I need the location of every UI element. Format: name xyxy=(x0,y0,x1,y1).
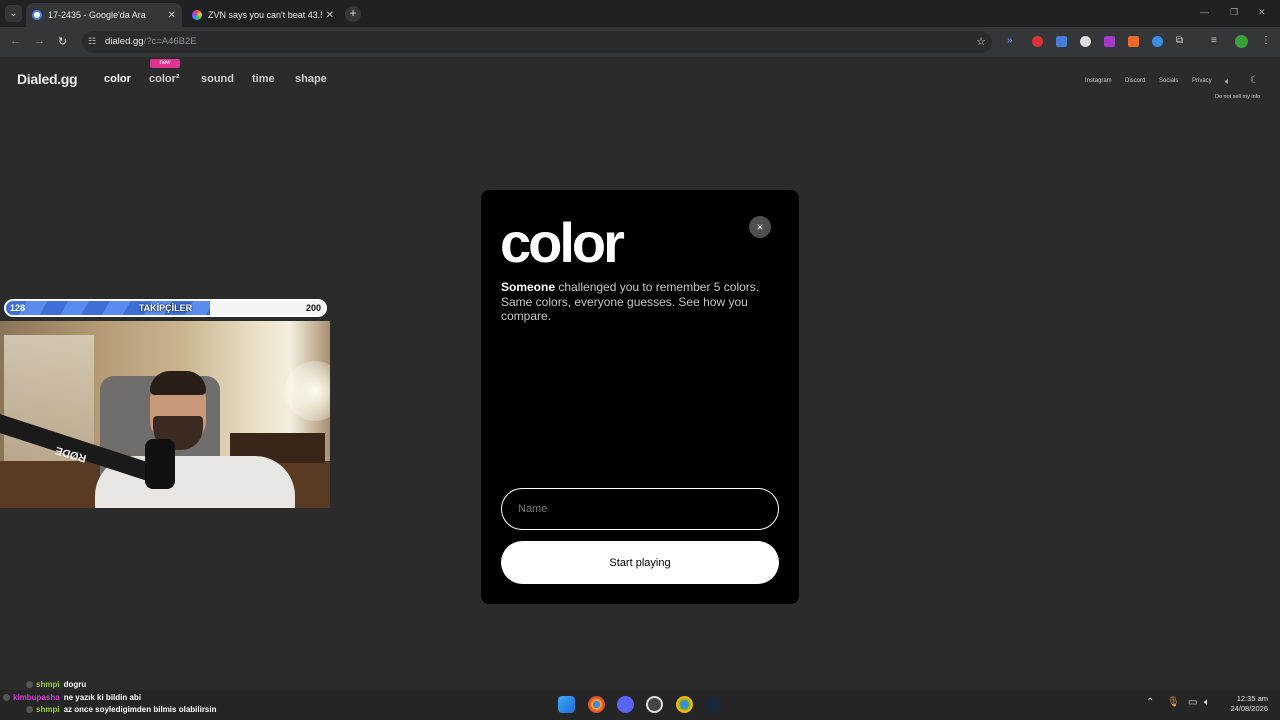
link-socials[interactable]: Socials xyxy=(1159,78,1178,84)
new-badge: new xyxy=(150,59,180,68)
nav-color[interactable]: color xyxy=(104,73,131,85)
do-not-sell-link[interactable]: Do not sell my info xyxy=(1215,94,1260,100)
forward-icon[interactable]: → xyxy=(34,35,45,47)
extension-orange-icon[interactable] xyxy=(1128,36,1139,47)
tray-chevron-icon[interactable]: ⌃ xyxy=(1146,697,1154,708)
tab-search-icon[interactable]: ⌄ xyxy=(5,5,22,22)
nav-shape[interactable]: shape xyxy=(295,73,327,85)
volume-icon[interactable]: 🔈︎ xyxy=(1204,697,1210,708)
chat-username: kimbupasha xyxy=(13,693,60,702)
extension-wave-icon[interactable]: » xyxy=(1007,35,1013,46)
extension-shield-icon[interactable] xyxy=(1080,36,1091,47)
link-instagram[interactable]: Instagram xyxy=(1085,78,1112,84)
url-path: /?c=A46B2E xyxy=(143,36,197,47)
tab-google-search[interactable]: 17-2435 - Google'da Ara ✕ xyxy=(26,3,182,27)
extension-red-icon[interactable] xyxy=(1032,36,1043,47)
profile-icon[interactable] xyxy=(1235,35,1248,48)
address-bar[interactable]: ☷ dialed.gg/?c=A46B2E ☆ xyxy=(82,31,992,53)
challenger-name: Someone xyxy=(501,280,556,294)
chat-username: shmpi xyxy=(36,680,60,689)
clock-time: 12:35 am xyxy=(1236,694,1268,703)
modal-description: Someone challenged you to remember 5 col… xyxy=(501,280,781,324)
reload-icon[interactable]: ↻ xyxy=(58,35,67,48)
tab-title: ZVN says you can't beat 43.5/5 xyxy=(208,10,322,20)
nav-sound[interactable]: sound xyxy=(201,73,234,85)
follower-goal-bar: 128 TAKİPÇİLER 200 xyxy=(4,299,327,317)
chat-message: shmpi az once soyledigimden bilmis olabil… xyxy=(26,705,217,714)
restore-icon[interactable]: ❐ xyxy=(1230,7,1238,18)
microphone-icon[interactable]: 🎙︎ xyxy=(1167,697,1180,708)
discord-icon[interactable] xyxy=(617,696,634,713)
menu-icon[interactable]: ⋮ xyxy=(1261,35,1271,46)
chrome-icon[interactable] xyxy=(588,696,605,713)
minimize-icon[interactable]: — xyxy=(1200,7,1209,17)
name-input[interactable] xyxy=(501,488,779,530)
obs-icon[interactable] xyxy=(646,696,663,713)
tab-title: 17-2435 - Google'da Ara xyxy=(48,10,146,20)
media-control-icon[interactable]: ≡ xyxy=(1211,35,1217,46)
browser-tab-bar: ⌄ 17-2435 - Google'da Ara ✕ ZVN says you… xyxy=(0,0,1280,27)
link-discord[interactable]: Discord xyxy=(1125,78,1145,84)
site-logo[interactable]: Dialed.gg xyxy=(17,71,78,87)
start-menu-icon[interactable] xyxy=(558,696,575,713)
new-tab-icon[interactable]: + xyxy=(345,6,361,22)
tab-zvn[interactable]: ZVN says you can't beat 43.5/5 ✕ xyxy=(186,3,340,27)
dark-mode-icon[interactable]: ☾ xyxy=(1250,75,1259,86)
extension-blue-icon[interactable] xyxy=(1056,36,1067,47)
link-privacy[interactable]: Privacy xyxy=(1192,78,1212,84)
chat-username: shmpi xyxy=(36,705,60,714)
chat-badge-icon xyxy=(26,681,33,688)
chat-badge-icon xyxy=(3,694,10,701)
google-icon xyxy=(32,10,42,20)
back-icon[interactable]: ← xyxy=(10,35,21,47)
bookmark-star-icon[interactable]: ☆ xyxy=(976,35,986,48)
nav-time[interactable]: time xyxy=(252,73,275,85)
window-close-icon[interactable]: ✕ xyxy=(1258,7,1266,18)
microphone xyxy=(145,439,175,489)
chat-text: ne yazık ki bildin abi xyxy=(63,693,142,702)
close-icon[interactable]: × xyxy=(749,216,771,238)
url-host: dialed.gg xyxy=(105,36,144,47)
close-icon[interactable]: ✕ xyxy=(168,10,176,21)
steam-icon[interactable] xyxy=(705,696,722,713)
network-icon[interactable]: ▭ xyxy=(1188,697,1197,708)
chat-text: dogru xyxy=(63,680,87,689)
follower-goal: 200 xyxy=(305,303,321,313)
follower-label: TAKİPÇİLER xyxy=(138,303,193,313)
nav-color-squared[interactable]: color² xyxy=(149,73,180,85)
close-icon[interactable]: ✕ xyxy=(326,10,334,21)
chat-message: shmpi dogru xyxy=(26,680,86,689)
extension-purple-icon[interactable] xyxy=(1104,36,1115,47)
chat-message: kimbupasha ne yazık ki bildin abi xyxy=(3,693,141,702)
clock-date: 24/08/2026 xyxy=(1230,704,1268,713)
extension-cloud-icon[interactable] xyxy=(1152,36,1163,47)
chrome-profile-icon[interactable] xyxy=(676,696,693,713)
modal-title: color xyxy=(500,211,625,274)
chat-badge-icon xyxy=(26,706,33,713)
taskbar-clock[interactable]: 12:35 am 24/08/2026 xyxy=(1222,694,1268,714)
chat-text: az once soyledigimden bilmis olabilirsin xyxy=(63,705,217,714)
start-playing-button[interactable]: Start playing xyxy=(501,541,779,584)
dialed-favicon-icon xyxy=(192,10,202,20)
site-info-icon[interactable]: ☷ xyxy=(88,36,96,47)
challenge-modal: color × Someone challenged you to rememb… xyxy=(481,190,799,604)
sound-toggle-icon[interactable]: 🔈︎ xyxy=(1225,76,1230,87)
webcam-feed: RØDE xyxy=(0,321,330,508)
extensions-icon[interactable]: ⧉ xyxy=(1176,35,1183,46)
url-text[interactable]: dialed.gg/?c=A46B2E xyxy=(105,36,197,47)
